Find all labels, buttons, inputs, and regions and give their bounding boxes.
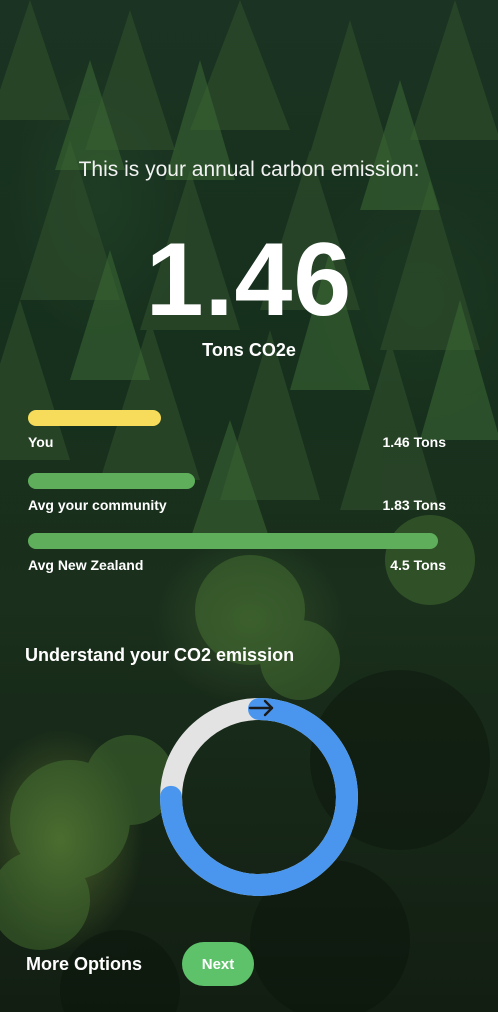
comparison-value: 4.5 Tons [390, 557, 446, 573]
next-button[interactable]: Next [182, 942, 254, 986]
comparison-row-you: You 1.46 Tons [28, 410, 446, 450]
comparison-row-new-zealand: Avg New Zealand 4.5 Tons [28, 533, 446, 573]
comparison-row-community: Avg your community 1.83 Tons [28, 473, 446, 513]
comparison-bar-track [28, 473, 438, 489]
comparison-bar-you [28, 410, 161, 426]
intro-text: This is your annual carbon emission: [78, 158, 420, 181]
comparison-bar-track [28, 533, 438, 549]
emission-unit: Tons CO2e [202, 340, 296, 360]
emission-progress-ring[interactable] [158, 696, 360, 898]
emission-value: 1.46 [145, 222, 353, 338]
section-title: Understand your CO2 emission [25, 645, 295, 665]
comparison-value: 1.46 Tons [382, 434, 446, 450]
comparison-bar-new-zealand [28, 533, 438, 549]
comparison-label: Avg New Zealand [28, 557, 144, 573]
comparison-bar-track [28, 410, 438, 426]
comparison-bar-community [28, 473, 195, 489]
comparison-label: You [28, 434, 54, 450]
more-options-link[interactable]: More Options [26, 954, 142, 975]
comparison-value: 1.83 Tons [382, 497, 446, 513]
comparison-label: Avg your community [28, 497, 167, 513]
